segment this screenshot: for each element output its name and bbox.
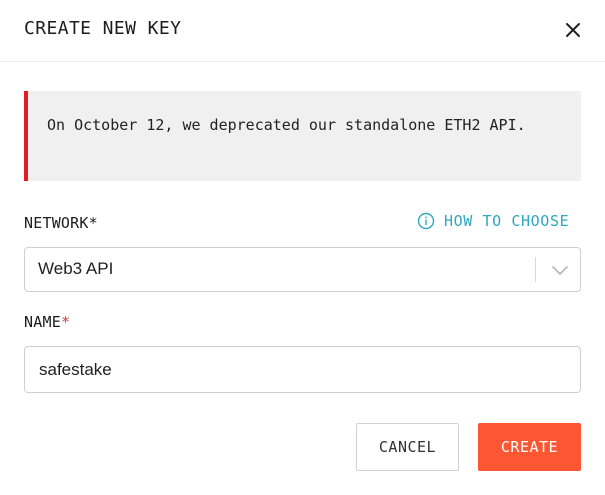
select-divider: [535, 257, 536, 282]
name-label: NAME*: [24, 313, 70, 331]
name-label-text: NAME: [24, 313, 61, 331]
create-button[interactable]: CREATE: [478, 423, 581, 471]
create-key-dialog: CREATE NEW KEY On October 12, we depreca…: [0, 0, 605, 495]
network-required-mark: *: [88, 214, 98, 232]
deprecation-notice: On October 12, we deprecated our standal…: [24, 91, 581, 181]
network-select[interactable]: Web3 API: [24, 247, 581, 292]
close-icon: [566, 23, 580, 37]
chevron-down-icon[interactable]: [550, 261, 570, 279]
network-label-text: NETWORK: [24, 214, 89, 232]
how-to-choose-label: HOW TO CHOOSE: [444, 212, 570, 230]
notice-text: On October 12, we deprecated our standal…: [47, 116, 526, 134]
network-select-value: Web3 API: [38, 259, 114, 278]
info-icon: [417, 212, 435, 230]
network-label: NETWORK*: [24, 214, 98, 232]
dialog-header: CREATE NEW KEY: [0, 0, 605, 62]
how-to-choose-link[interactable]: HOW TO CHOOSE: [417, 212, 569, 230]
close-button[interactable]: [559, 16, 587, 44]
name-required-mark: *: [60, 313, 71, 331]
name-input[interactable]: [24, 346, 581, 393]
cancel-button[interactable]: CANCEL: [356, 423, 459, 471]
dialog-title: CREATE NEW KEY: [24, 18, 182, 39]
